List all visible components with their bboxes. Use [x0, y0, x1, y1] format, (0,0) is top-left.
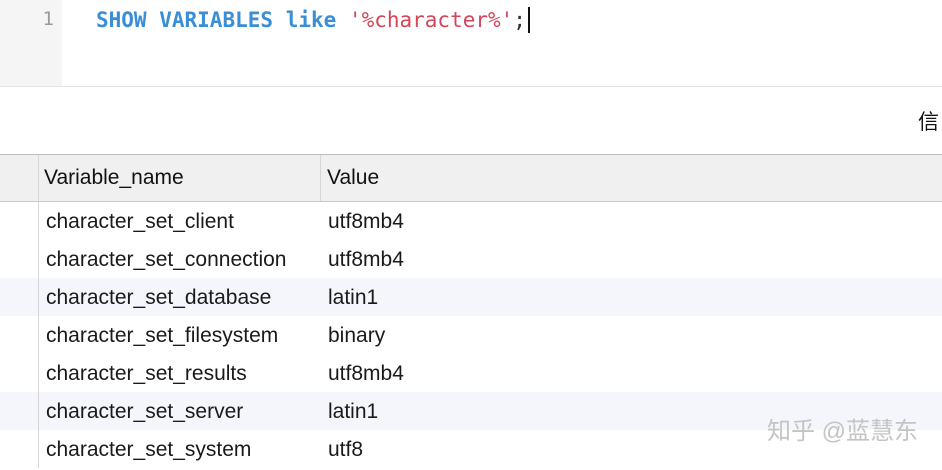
code-line[interactable]: SHOW VARIABLES like '%character%'; — [96, 7, 530, 33]
cell-value[interactable]: latin1 — [328, 278, 378, 316]
line-number-gutter: 1 — [0, 0, 62, 86]
text-caret — [527, 7, 530, 33]
table-row[interactable]: character_set_connection utf8mb4 — [0, 240, 942, 278]
row-header[interactable] — [0, 240, 39, 278]
keyword-show: SHOW — [96, 8, 147, 32]
table-row[interactable]: character_set_client utf8mb4 — [0, 202, 942, 240]
watermark-text: 知乎 @蓝慧东 — [766, 418, 918, 445]
row-header[interactable] — [0, 430, 39, 468]
statement-terminator: ; — [513, 8, 526, 32]
cell-value[interactable]: utf8mb4 — [328, 354, 404, 392]
cell-variable-name[interactable]: character_set_results — [46, 354, 247, 392]
row-header-corner — [0, 155, 39, 201]
cell-value[interactable]: binary — [328, 316, 385, 354]
cell-variable-name[interactable]: character_set_database — [46, 278, 271, 316]
cell-variable-name[interactable]: character_set_client — [46, 202, 234, 240]
cell-variable-name[interactable]: character_set_filesystem — [46, 316, 278, 354]
grid-header: Variable_name Value — [0, 155, 942, 202]
cell-value[interactable]: utf8mb4 — [328, 202, 404, 240]
row-header[interactable] — [0, 392, 39, 430]
sql-editor[interactable]: 1 SHOW VARIABLES like '%character%'; — [0, 0, 942, 87]
table-row[interactable]: character_set_filesystem binary — [0, 316, 942, 354]
cell-value[interactable]: latin1 — [328, 392, 378, 430]
result-tab-bar: 信 — [0, 87, 942, 155]
string-literal: '%character%' — [348, 8, 514, 32]
cell-value[interactable]: utf8 — [328, 430, 363, 468]
column-header-variable-name[interactable]: Variable_name — [44, 155, 321, 201]
table-row[interactable]: character_set_database latin1 — [0, 278, 942, 316]
column-header-value[interactable]: Value — [327, 155, 379, 201]
keyword-variables: VARIABLES — [159, 8, 274, 32]
cell-value[interactable]: utf8mb4 — [328, 240, 404, 278]
row-header[interactable] — [0, 278, 39, 316]
tab-info[interactable]: 信 — [918, 106, 939, 136]
keyword-like: like — [285, 8, 337, 32]
row-header[interactable] — [0, 202, 39, 240]
row-header[interactable] — [0, 316, 39, 354]
row-header[interactable] — [0, 354, 39, 392]
table-row[interactable]: character_set_results utf8mb4 — [0, 354, 942, 392]
cell-variable-name[interactable]: character_set_connection — [46, 240, 287, 278]
cell-variable-name[interactable]: character_set_server — [46, 392, 243, 430]
cell-variable-name[interactable]: character_set_system — [46, 430, 251, 468]
line-number: 1 — [42, 8, 54, 30]
